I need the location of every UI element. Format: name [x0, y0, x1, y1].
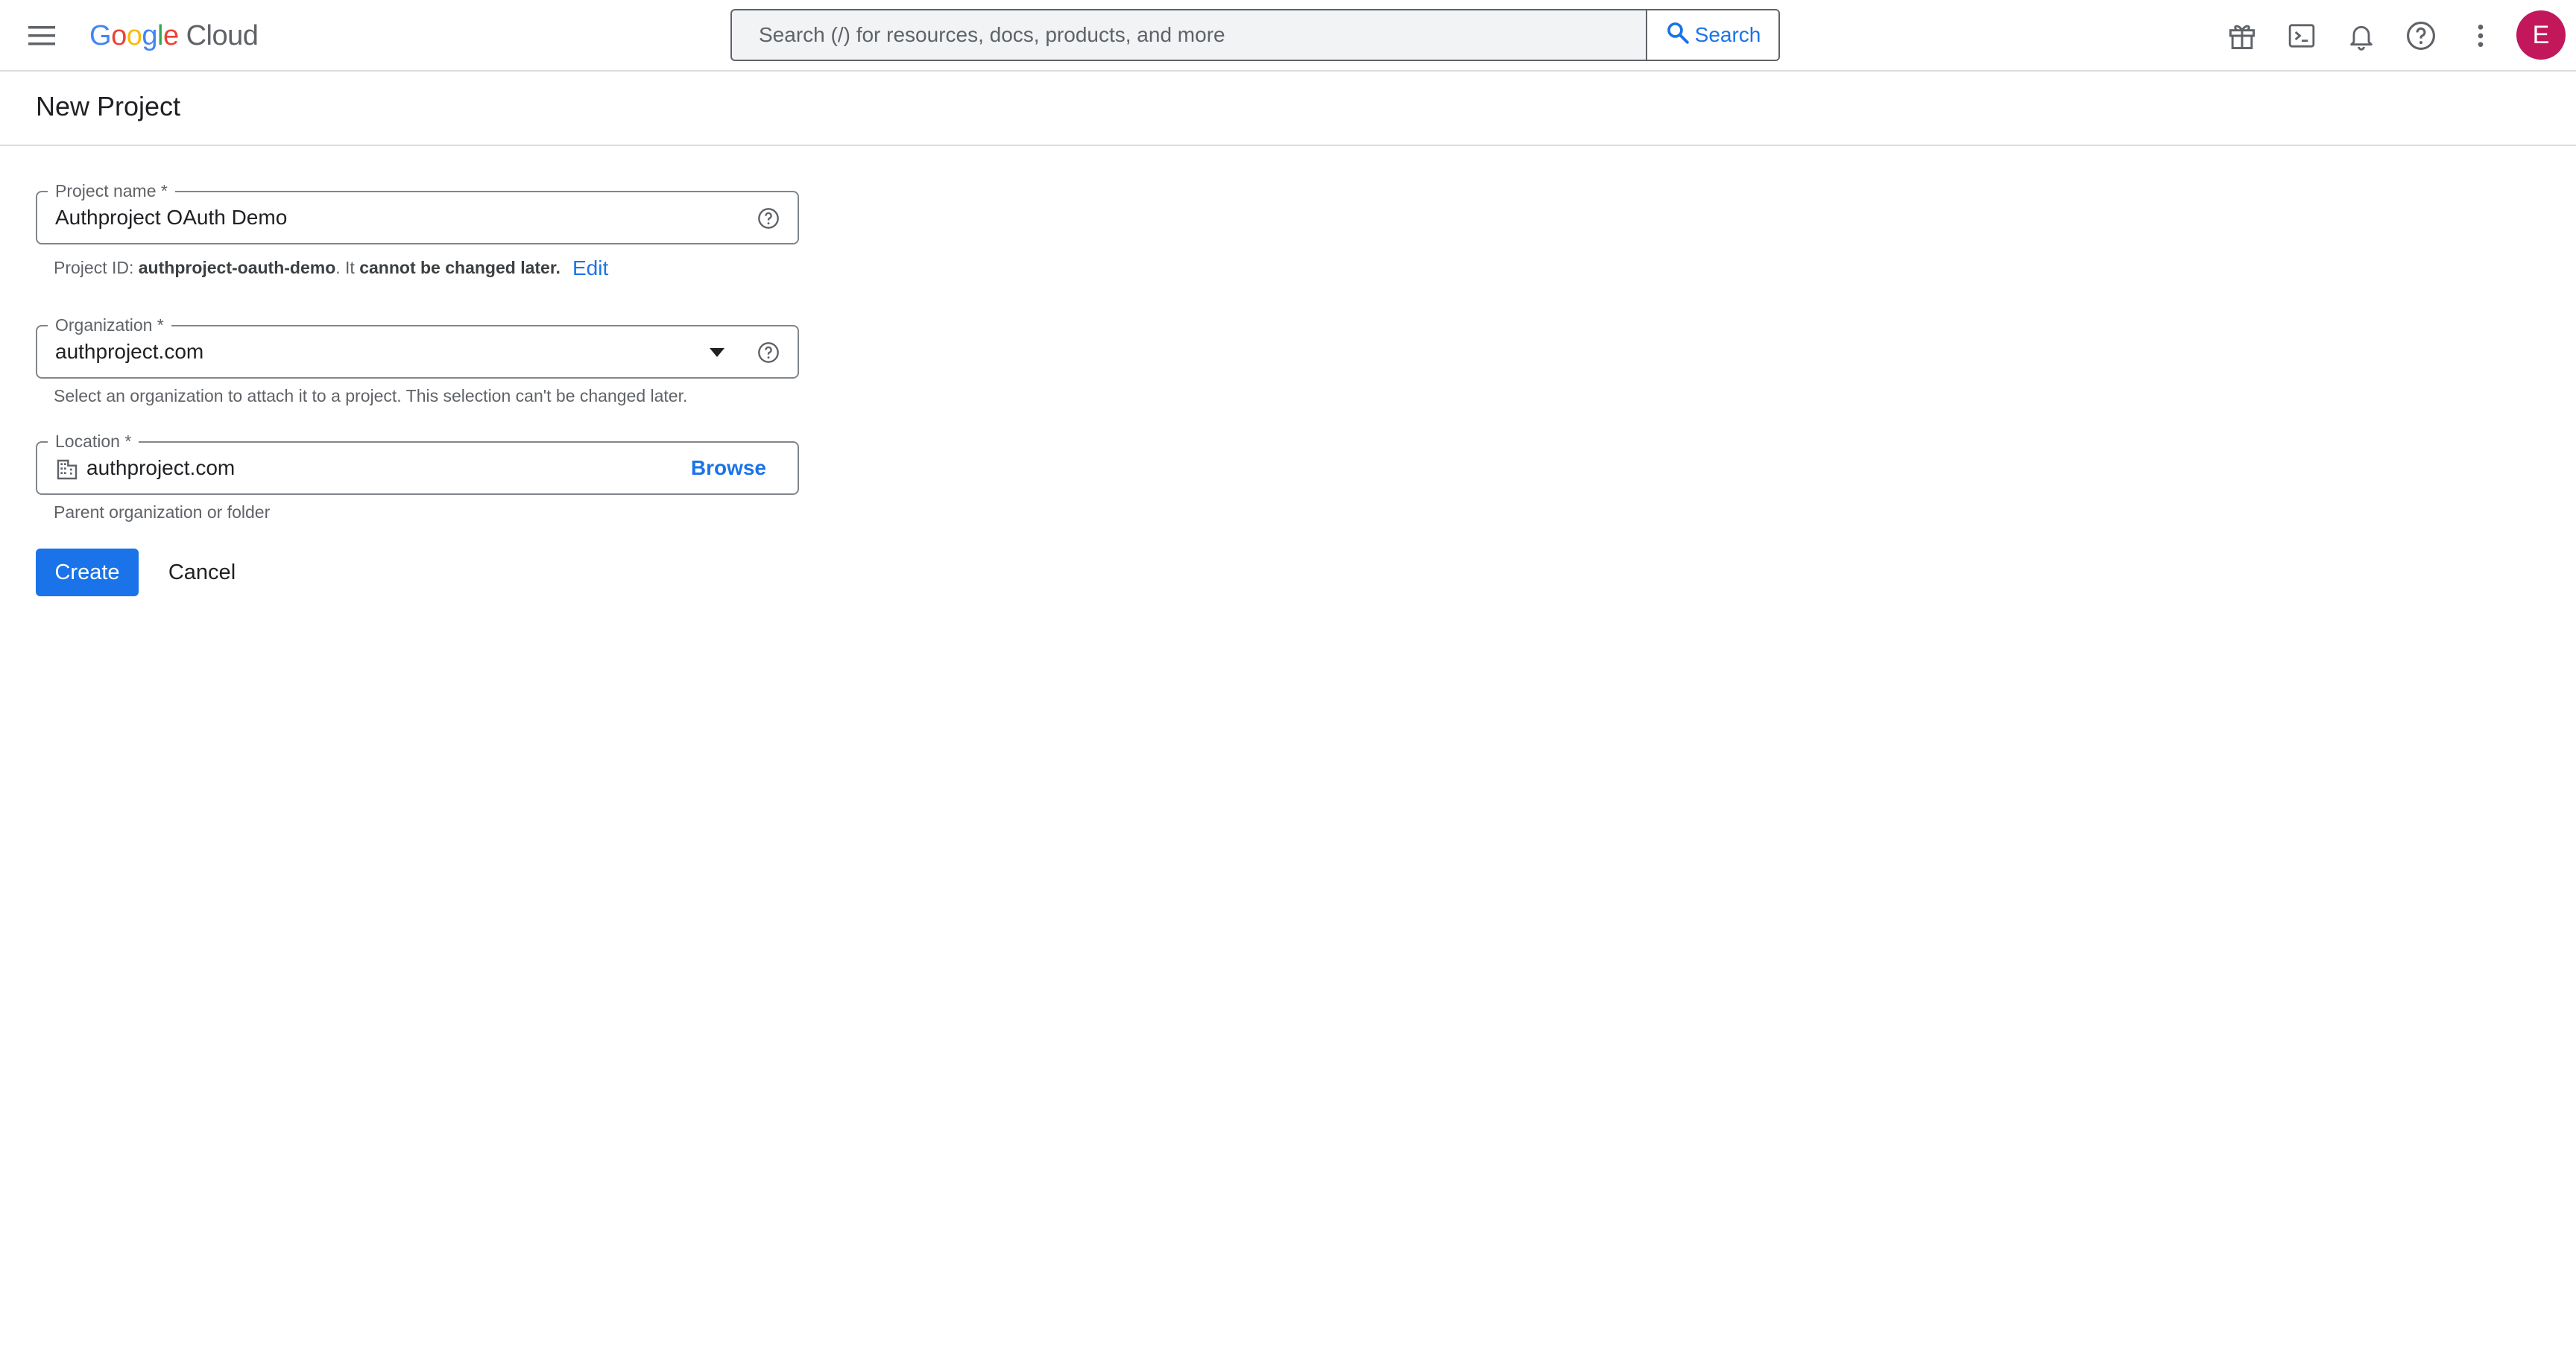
search-icon — [1665, 20, 1690, 51]
location-hint: Parent organization or folder — [54, 502, 271, 522]
logo-letter: G — [89, 19, 112, 51]
organization-help-icon[interactable] — [756, 340, 781, 365]
logo-cloud-text: Cloud — [186, 19, 259, 51]
logo-letter: o — [126, 19, 142, 51]
search-bar: Search — [730, 9, 1780, 61]
logo-letter: l — [157, 19, 163, 51]
project-id-hint: Project ID: authproject-oauth-demo. It c… — [54, 258, 561, 278]
cancel-button[interactable]: Cancel — [152, 549, 252, 596]
project-id-prefix: Project ID: — [54, 258, 139, 277]
help-icon[interactable] — [2403, 18, 2439, 54]
terminal-icon[interactable] — [2284, 18, 2320, 54]
search-button-label: Search — [1694, 23, 1761, 46]
more-vert-icon[interactable] — [2463, 18, 2498, 54]
organization-select[interactable]: Organization * authproject.com — [36, 314, 799, 379]
location-value: authproject.com — [86, 456, 236, 479]
page-header: New Project — [0, 72, 2576, 146]
bell-icon[interactable] — [2343, 18, 2379, 54]
browse-button[interactable]: Browse — [691, 443, 766, 493]
search-input[interactable] — [732, 10, 1646, 60]
page-title: New Project — [36, 91, 181, 121]
gift-icon[interactable] — [2224, 18, 2260, 54]
project-name-input[interactable]: Authproject OAuth Demo — [55, 192, 287, 243]
project-name-field[interactable]: Project name * Authproject OAuth Demo — [36, 180, 799, 244]
location-field[interactable]: Location * authproject.com Browse — [36, 430, 799, 495]
google-cloud-logo[interactable]: Google Cloud — [89, 15, 259, 57]
organization-hint: Select an organization to attach it to a… — [54, 386, 688, 405]
dropdown-arrow-icon[interactable] — [708, 346, 726, 359]
menu-icon[interactable] — [21, 16, 63, 55]
create-button[interactable]: Create — [36, 549, 139, 596]
organization-value: authproject.com — [55, 340, 204, 363]
logo-letter: e — [162, 19, 179, 51]
project-id-value: authproject-oauth-demo — [138, 258, 336, 277]
logo-letter: o — [111, 19, 127, 51]
logo-letter: g — [142, 19, 157, 51]
avatar[interactable]: E — [2516, 10, 2566, 60]
project-id-warning: cannot be changed later. — [359, 258, 561, 277]
edit-project-id-link[interactable]: Edit — [572, 256, 608, 280]
top-app-bar: Google Cloud Search E — [0, 0, 2576, 72]
project-id-middle: . It — [335, 258, 360, 277]
building-icon — [57, 459, 78, 480]
project-name-help-icon[interactable] — [756, 206, 781, 231]
search-button[interactable]: Search — [1646, 10, 1778, 60]
